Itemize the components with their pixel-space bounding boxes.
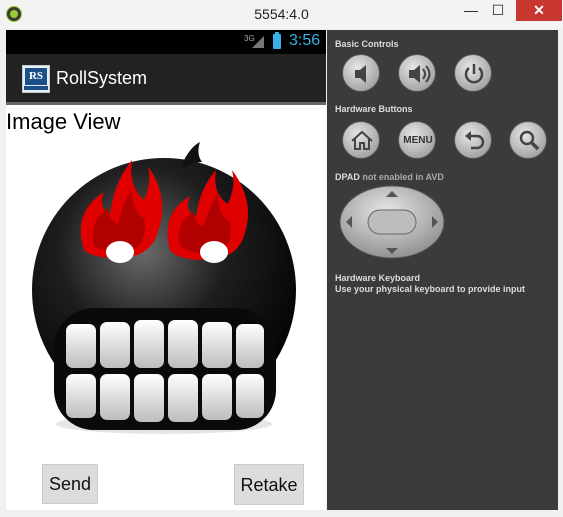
power-icon[interactable] (454, 54, 492, 92)
minimize-button[interactable]: — (458, 0, 484, 21)
status-time: 3:56 (289, 32, 321, 49)
basic-controls-title: Basic Controls (335, 39, 399, 49)
volume-down-icon[interactable] (342, 54, 380, 92)
app-logo-icon: RS (22, 65, 50, 93)
keyboard-title: Hardware Keyboard (335, 273, 421, 283)
send-button[interactable]: Send (42, 464, 98, 504)
signal-icon (252, 36, 264, 48)
dpad-title: DPAD not enabled in AVD (335, 172, 444, 182)
action-bar: RS RollSystem (6, 54, 326, 105)
maximize-button[interactable]: ☐ (485, 0, 511, 21)
window-titlebar: 5554:4.0 — ☐ ✕ (0, 0, 563, 29)
close-button[interactable]: ✕ (516, 0, 562, 21)
emulator-controls-panel: Basic Controls Hardware Buttons MENU DPA… (327, 30, 558, 510)
home-icon[interactable] (342, 121, 380, 159)
keyboard-text: Use your physical keyboard to provide in… (335, 284, 526, 294)
angry-face-flames-icon (32, 142, 296, 434)
image-view-heading: Image View (6, 109, 121, 134)
dpad-label: DPAD (335, 172, 360, 182)
dpad-note: not enabled in AVD (362, 172, 444, 182)
hardware-buttons-title: Hardware Buttons (335, 104, 413, 114)
battery-icon (273, 32, 281, 49)
volume-up-icon[interactable] (398, 54, 436, 92)
retake-button[interactable]: Retake (234, 464, 304, 505)
device-screen: 3G 3:56 RS RollSystem Image View Send Re… (6, 30, 326, 510)
app-title: RollSystem (56, 68, 148, 88)
app-logo-text: RS (25, 68, 47, 85)
back-icon[interactable] (454, 121, 492, 159)
status-bar: 3G 3:56 (6, 30, 326, 54)
search-icon[interactable] (509, 121, 547, 159)
menu-label: MENU (403, 135, 433, 146)
menu-button[interactable]: MENU (398, 121, 436, 159)
dpad-control[interactable] (338, 185, 446, 260)
